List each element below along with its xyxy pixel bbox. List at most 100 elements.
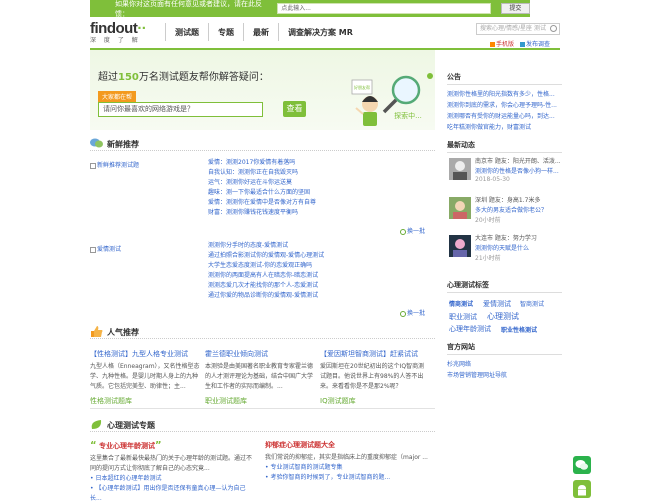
psych-card[interactable]: 抑郁症心理测试题大全 我们常说的抑郁症，其实是指临床上的重度抑郁症（major …: [265, 440, 430, 483]
popular-card-title[interactable]: 霍兰德职业倾向测试: [205, 349, 315, 359]
nav-tests[interactable]: 测试题: [166, 27, 208, 38]
psych-left-title: 专业心理年龄测试: [99, 442, 156, 450]
new-rec-header: 新鲜推荐: [90, 137, 435, 151]
psych-header: 心理测试专题: [90, 418, 435, 432]
logo[interactable]: findout·· 深 度 了 解: [90, 20, 160, 44]
nav-latest[interactable]: 最新: [244, 27, 278, 38]
list-item[interactable]: 爱情：测测2017你爱情有着落吗: [208, 158, 428, 168]
sub-label: 专业测试智商的测试题专集: [270, 464, 343, 471]
dynamic-time: 21小时前: [475, 255, 501, 262]
nav-survey[interactable]: 调查解决方案 MR: [279, 27, 362, 38]
list-item[interactable]: 测测恋爱几次才能找你的那个人-恋爱测试: [208, 281, 428, 291]
swap-button-1[interactable]: 换一批: [400, 226, 425, 235]
new-rec-image-1[interactable]: 新鲜推荐测试题: [90, 160, 198, 220]
mascot-sign: 好朋友帮: [354, 84, 370, 90]
list-item[interactable]: 测测你的两面提高有人在暗恋你-暗恋测试: [208, 271, 428, 281]
refresh-icon: [400, 310, 406, 317]
psych-card-title[interactable]: 抑郁症心理测试题大全: [265, 440, 430, 450]
list-text: 测测你赚钱花钱速度平衡吗: [226, 209, 299, 216]
notice-item[interactable]: 测测你性格里的阳光指数有多少，性格...: [447, 89, 562, 100]
psych-card[interactable]: “ 专业心理年龄测试” 这里集合了最新最快最热门的关于心理年龄的测试题。通过不同…: [90, 440, 255, 504]
new-rec-list-1: 爱情：测测2017你爱情有着落吗 自我认知：测测你正在自我毁灭吗 运气：测测你好…: [208, 158, 428, 218]
header-search-input[interactable]: 搜索心理/情感/星座 测试: [476, 23, 560, 35]
list-cat: 爱情: [208, 199, 221, 206]
dynamic-item[interactable]: 大连市 题友：努力学习 测测你的天赋是什么 21小时前: [447, 233, 562, 267]
dynamic-item[interactable]: 南京市 题友：阳光开朗、活泼... 测测你的性格是否像小狗一样... 2018-…: [447, 156, 562, 190]
subscribe-link[interactable]: 发布调查: [520, 39, 550, 48]
hero-view-button[interactable]: 查看: [283, 101, 306, 117]
tag-link[interactable]: 爱情测试: [483, 299, 511, 309]
list-item[interactable]: 通过你爱的物品诊断你的爱情观-爱情测试: [208, 291, 428, 301]
dynamic-item[interactable]: 深圳 题友：身高1.7米多 多大的男友适合做你老公？ 20小时前: [447, 195, 562, 229]
slogan-num: 150: [118, 72, 139, 83]
refresh-icon: [400, 228, 406, 235]
search-placeholder: 搜索心理/情感/星座 测试: [480, 25, 546, 32]
dynamic-test[interactable]: 测测你的性格是否像小狗一样...: [475, 166, 559, 175]
psych-card-title[interactable]: “ 专业心理年龄测试”: [90, 440, 255, 451]
popular-card[interactable]: 【性格测试】九型人格专业测试 九型人格（Enneagram），又名性格型态学、九…: [90, 349, 200, 406]
popular-card[interactable]: 【爱因斯坦智商测试】赶紧试试 爱因斯坦在20世纪初出的这个IQ智商测试题目。他说…: [320, 349, 430, 406]
sub-label: 【心理年龄测试】用出你是否还保有童真心理—认为自己长...: [90, 485, 246, 502]
dynamic-user: 大连市 题友：努力学习: [475, 235, 537, 242]
dynamic-title: 最新动态: [447, 140, 562, 153]
list-item[interactable]: 趣味：测一下你最适合什么方面的坚固: [208, 188, 428, 198]
dynamic-test[interactable]: 多大的男友适合做你老公？: [475, 205, 547, 214]
dynamic-time: 20小时前: [475, 217, 501, 224]
dynamic-user: 深圳 题友：身高1.7米多: [475, 197, 541, 204]
main-nav: 测试题 专题 最新 调查解决方案 MR: [165, 17, 362, 47]
dynamic-time: 2018-05-30: [475, 176, 510, 183]
tag-link[interactable]: 职业测试: [449, 312, 477, 322]
popular-card-footer[interactable]: 职业测试题库: [205, 396, 315, 406]
tag-link[interactable]: 情商测试: [449, 299, 473, 308]
search-icon[interactable]: [550, 25, 557, 32]
dynamic-header: 最新动态: [447, 140, 562, 153]
dynamic-test[interactable]: 测测你的天赋是什么: [475, 243, 529, 252]
swap-button-2[interactable]: 换一批: [400, 308, 425, 317]
list-text: 测测你在爱情中是否像对方有自尊: [226, 199, 317, 206]
list-cat: 运气: [208, 179, 221, 186]
notice-item[interactable]: 测测你到底的需求，你会心理予理吗-性...: [447, 100, 562, 111]
list-item[interactable]: 测测你分手时的态度-爱情测试: [208, 241, 428, 251]
list-item[interactable]: 运气：测测你好运在斗你运送莫: [208, 178, 428, 188]
psych-sub-link[interactable]: • 【心理年龄测试】用出你是否还保有童真心理—认为自己长...: [90, 484, 255, 504]
feedback-input[interactable]: 点此输入...: [277, 3, 491, 14]
psych-sub-link[interactable]: • 日本超红的心理年龄测试: [90, 474, 255, 484]
notice-item[interactable]: 测测哪否有受你的财运能量心吗，到达...: [447, 111, 562, 122]
popular-card-title[interactable]: 【性格测试】九型人格专业测试: [90, 349, 200, 359]
slogan-post: 万名测试题友帮你解答疑问：: [138, 72, 269, 83]
tag-link[interactable]: 心理测试: [487, 311, 519, 322]
popular-card-footer[interactable]: IQ测试题库: [320, 396, 430, 406]
wechat-icon[interactable]: [573, 456, 591, 474]
psych-sub-link[interactable]: • 考验你智商的时候到了，专业测试智商的题...: [265, 473, 430, 483]
nav-topics[interactable]: 专题: [209, 27, 243, 38]
feedback-submit-button[interactable]: 提交: [500, 3, 530, 14]
popular-card-footer[interactable]: 性格测试题库: [90, 396, 200, 406]
list-item[interactable]: 爱情：测测你在爱情中是否像对方有自尊: [208, 198, 428, 208]
official-link[interactable]: 市场营销管理网址导航: [447, 370, 562, 381]
psych-title: 心理测试专题: [107, 421, 155, 430]
list-item[interactable]: 大学生恋爱态度测试-你的恋爱观正确吗: [208, 261, 428, 271]
new-rec-image-2[interactable]: 爱情测试: [90, 244, 198, 304]
sub-label: 日本超红的心理年龄测试: [95, 475, 162, 482]
psych-sub-link[interactable]: • 专业测试智商的测试题专集: [265, 463, 430, 473]
android-icon[interactable]: [573, 480, 591, 498]
popular-title: 人气推荐: [107, 328, 139, 337]
official-link[interactable]: 杉兆网络: [447, 359, 562, 370]
avatar: [449, 197, 471, 219]
quote-icon: “: [90, 440, 97, 451]
tag-link[interactable]: 智商测试: [520, 299, 544, 308]
psych-card-desc: 我们常说的抑郁症，其实是指临床上的重度抑郁症（major ...: [265, 454, 428, 461]
popular-card[interactable]: 霍兰德职业倾向测试 本测验是由美国著名职业教育专家霍兰德的人才测评理论为基础，结…: [205, 349, 315, 406]
popular-card-title[interactable]: 【爱因斯坦智商测试】赶紧试试: [320, 349, 430, 359]
notice-item[interactable]: 吃年糕测你做官能力，财富测试: [447, 122, 562, 133]
list-item[interactable]: 自我认知：测测你正在自我毁灭吗: [208, 168, 428, 178]
quote-icon: ”: [155, 440, 162, 451]
list-item[interactable]: 通过拍照合影测试你的爱情观-爱情心理测试: [208, 251, 428, 261]
tag-link[interactable]: 心理年龄测试: [449, 324, 491, 334]
thumbs-up-icon: [91, 326, 103, 337]
list-item[interactable]: 财富：测测你赚钱花钱速度平衡吗: [208, 208, 428, 218]
mobile-link[interactable]: 手机版: [490, 39, 514, 48]
hero-tag: 大家都在帮: [98, 91, 137, 102]
hero-question-box[interactable]: 请问你最喜欢的网络游戏是？: [98, 102, 263, 117]
tag-link[interactable]: 职业性格测试: [501, 325, 537, 334]
